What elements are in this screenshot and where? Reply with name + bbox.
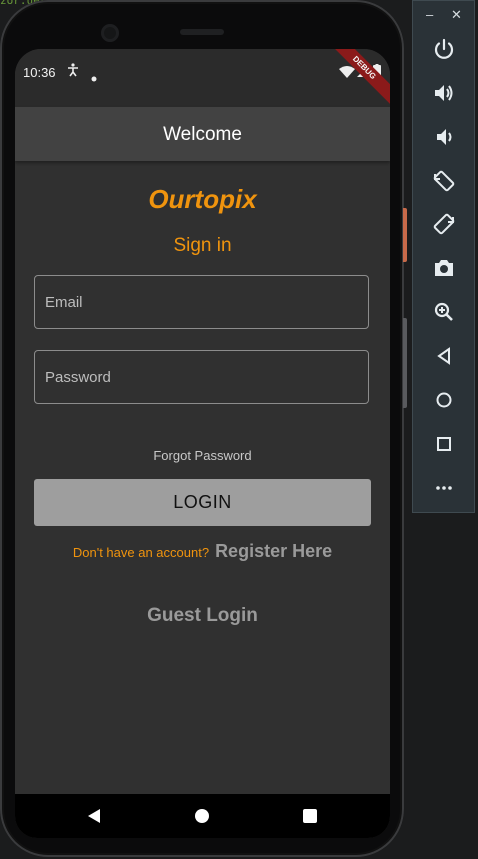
earpiece-speaker: [180, 29, 224, 35]
camera-icon[interactable]: [432, 256, 456, 280]
power-side-button[interactable]: [403, 208, 407, 262]
nav-home-icon[interactable]: [194, 808, 210, 829]
volume-up-icon[interactable]: [432, 81, 456, 105]
close-button[interactable]: ✕: [451, 7, 462, 23]
register-row: Don't have an account? Register Here: [15, 541, 390, 562]
forgot-password-link[interactable]: Forgot Password: [15, 448, 390, 463]
rotate-left-icon[interactable]: [432, 169, 456, 193]
minimize-button[interactable]: –: [426, 7, 433, 22]
guest-login-link[interactable]: Guest Login: [15, 605, 390, 627]
nav-back-icon[interactable]: [86, 808, 102, 829]
password-input[interactable]: [35, 351, 368, 403]
brand-title: Ourtopix: [148, 184, 257, 214]
password-field[interactable]: [34, 350, 369, 404]
volume-down-icon[interactable]: [432, 125, 456, 149]
nav-overview-icon[interactable]: [302, 808, 318, 829]
back-icon[interactable]: [432, 344, 456, 368]
email-input[interactable]: [35, 276, 368, 328]
navigation-bar: [15, 794, 390, 838]
zoom-icon[interactable]: [432, 300, 456, 324]
volume-side-button[interactable]: [403, 318, 407, 408]
overview-icon[interactable]: [432, 432, 456, 456]
login-button[interactable]: LOGIN: [34, 479, 371, 526]
status-time: 10:36: [23, 65, 56, 80]
status-bar: 10:36 DEBUG: [15, 49, 390, 107]
app-bar: Welcome: [15, 107, 390, 161]
emulator-toolbar: – ✕: [412, 0, 475, 513]
notification-dot-icon: [91, 69, 97, 87]
wifi-icon: [339, 65, 355, 83]
email-field[interactable]: [34, 275, 369, 329]
more-icon[interactable]: [432, 476, 456, 500]
no-account-text: Don't have an account?: [72, 545, 210, 560]
home-icon[interactable]: [432, 388, 456, 412]
register-link[interactable]: Register Here: [215, 541, 332, 561]
device-frame: 10:36 DEBUG Welcome Ourtopix Sign in Ema…: [0, 0, 407, 857]
sign-in-heading: Sign in: [173, 235, 232, 256]
accessibility-icon: [67, 63, 79, 82]
front-camera: [101, 24, 119, 42]
app-bar-title: Welcome: [163, 124, 242, 145]
app-screen: 10:36 DEBUG Welcome Ourtopix Sign in Ema…: [15, 49, 390, 838]
power-icon[interactable]: [432, 37, 456, 61]
rotate-right-icon[interactable]: [432, 212, 456, 236]
